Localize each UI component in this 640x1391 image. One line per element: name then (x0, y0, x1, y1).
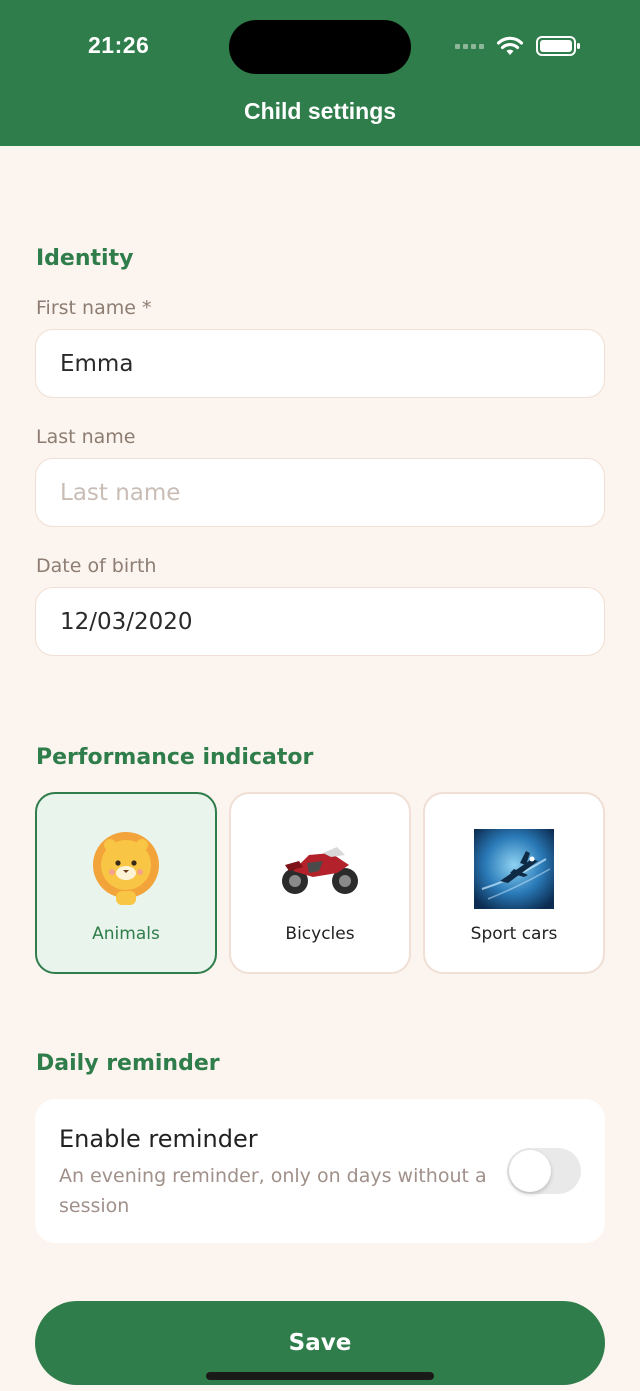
last-name-input[interactable] (36, 459, 604, 526)
date-of-birth-label: Date of birth (36, 555, 157, 577)
option-bicycles-label: Bicycles (285, 924, 355, 944)
reminder-title: Enable reminder (59, 1125, 258, 1153)
page-title: Child settings (243, 98, 397, 124)
home-indicator (206, 1372, 434, 1380)
lion-icon (85, 828, 167, 910)
status-time: 21:26 (88, 32, 150, 58)
option-sport-cars[interactable]: Sport cars (423, 792, 605, 974)
motorcycle-icon (279, 828, 361, 910)
first-name-field[interactable] (35, 329, 605, 398)
option-animals-label: Animals (92, 924, 160, 944)
option-animals[interactable]: Animals (35, 792, 217, 974)
cellular-signal-icon (455, 43, 484, 49)
performance-indicator-options: Animals Bicycles Sport cars (35, 792, 605, 974)
last-name-label: Last name (36, 426, 136, 448)
first-name-label: First name * (36, 297, 152, 319)
dynamic-island (229, 20, 411, 74)
first-name-input[interactable] (36, 330, 604, 397)
reminder-toggle[interactable] (507, 1148, 581, 1194)
date-of-birth-input[interactable] (36, 588, 604, 655)
daily-reminder-section-title: Daily reminder (36, 1051, 220, 1076)
header-bar: 21:26 Child settings (0, 0, 640, 146)
last-name-field[interactable] (35, 458, 605, 527)
identity-section-title: Identity (36, 246, 134, 271)
performance-indicator-section-title: Performance indicator (36, 745, 314, 770)
jet-icon (473, 828, 555, 910)
battery-icon (536, 36, 580, 56)
reminder-card: Enable reminder An evening reminder, onl… (35, 1099, 605, 1243)
wifi-icon (496, 36, 524, 55)
status-icons (455, 34, 582, 58)
toggle-knob (509, 1150, 551, 1192)
option-sport-cars-label: Sport cars (470, 924, 558, 944)
date-of-birth-field[interactable] (35, 587, 605, 656)
option-bicycles[interactable]: Bicycles (229, 792, 411, 974)
reminder-description: An evening reminder, only on days withou… (59, 1165, 487, 1217)
